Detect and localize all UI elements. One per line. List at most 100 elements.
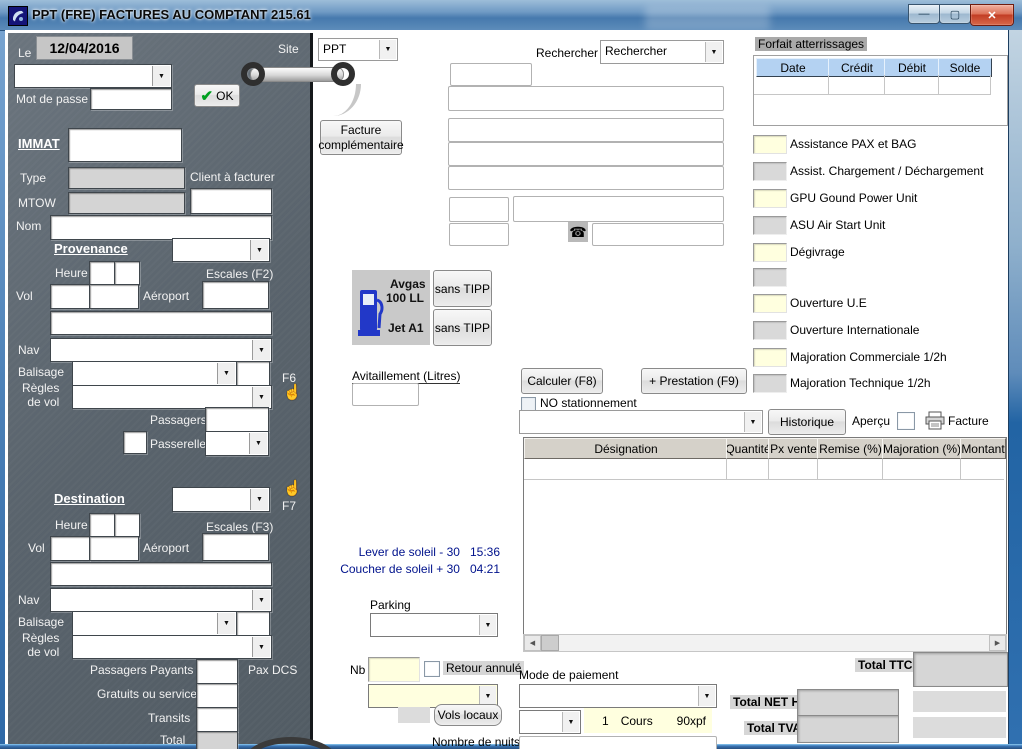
transits-field[interactable] [196,707,238,732]
sans-tipp-avgas-button[interactable]: sans TIPP [433,270,492,307]
scrollbar-thumb[interactable] [541,635,559,651]
provenance-select[interactable]: ▼ [172,238,270,262]
provenance-regles-select[interactable]: ▼ [72,385,272,409]
forfait-col-debit[interactable]: Débit [884,58,940,77]
gratuits-field[interactable] [196,683,238,708]
scroll-left-arrow[interactable]: ◀ [524,635,541,651]
hand-pointer-icon[interactable]: ☝ [283,479,302,497]
provenance-vol-number[interactable] [89,284,139,309]
col-quantite[interactable]: Quantité [726,438,770,459]
provenance-balisage-select[interactable]: ▼ [72,361,237,386]
scroll-right-arrow[interactable]: ▶ [989,635,1006,651]
destination-balisage-field[interactable] [236,611,270,636]
col-montant[interactable]: Montant [960,438,1006,459]
provenance-passagers-field[interactable] [205,407,269,432]
destination-vol-number[interactable] [89,536,139,561]
historique-button[interactable]: Historique [768,409,846,435]
ok-button[interactable]: ✔ OK [194,84,240,107]
minimize-button[interactable]: — [908,4,940,24]
facture-label[interactable]: Facture [948,414,989,428]
prestation-input-gpu[interactable] [753,189,787,208]
destination-balisage-select[interactable]: ▼ [72,611,237,636]
client-name-field[interactable] [448,86,724,111]
chevron-down-icon[interactable]: ▼ [152,66,170,86]
forfait-col-solde[interactable]: Solde [938,58,992,77]
chevron-down-icon[interactable]: ▼ [217,613,235,634]
provenance-heure-hh[interactable] [89,261,115,286]
address-field-3[interactable] [448,166,724,190]
payants-field[interactable] [196,659,238,684]
printer-icon[interactable] [925,411,945,430]
provenance-vol-code[interactable] [50,284,90,309]
hand-pointer-icon[interactable]: ☝ [283,383,302,401]
retour-annule-checkbox[interactable] [424,661,440,677]
col-designation[interactable]: Désignation [524,438,728,459]
chevron-down-icon[interactable]: ▼ [252,387,270,407]
calculer-button[interactable]: Calculer (F8) [521,368,603,394]
destination-vol-code[interactable] [50,536,90,561]
immat-field[interactable] [68,128,182,162]
devise-select[interactable]: ▼ [519,710,581,734]
destination-select[interactable]: ▼ [172,487,270,512]
destination-airport-name-field[interactable] [50,562,272,586]
passerelle-select[interactable]: ▼ [205,431,269,456]
mode-paiement-select[interactable]: ▼ [519,684,717,708]
col-px-vente[interactable]: Px vente [768,438,819,459]
password-field[interactable] [90,88,172,110]
chevron-down-icon[interactable]: ▼ [249,433,267,454]
title-bar[interactable]: PPT (FRE) FACTURES AU COMPTANT 215.61 — … [0,0,1022,31]
destination-heure-hh[interactable] [89,513,115,538]
prestation-input-ouverture-ue[interactable] [753,294,787,313]
prestation-input-majoration-tech[interactable] [753,374,787,393]
prestation-input-chargement[interactable] [753,162,787,181]
client-field[interactable] [190,188,272,214]
chevron-down-icon[interactable]: ▼ [705,42,722,62]
prestation-button[interactable]: + Prestation (F9) [641,368,747,394]
address-field-2[interactable] [448,142,724,166]
site-select[interactable]: PPT ▼ [318,38,398,61]
prestation-input-ouverture-intl[interactable] [753,321,787,340]
prestation-input-majoration-com[interactable] [753,348,787,367]
nom-field[interactable] [50,215,272,240]
chevron-down-icon[interactable]: ▼ [252,637,270,657]
chevron-down-icon[interactable]: ▼ [252,590,270,610]
app-icon[interactable] [8,6,28,26]
passerelle-checkbox[interactable] [123,431,147,454]
client-code-field[interactable] [450,63,532,86]
vols-locaux-button[interactable]: Vols locaux [434,704,502,726]
parking-select[interactable]: ▼ [370,613,498,637]
destination-escales-field[interactable] [202,533,269,561]
chevron-down-icon[interactable]: ▼ [744,412,761,432]
destination-heure-mm[interactable] [114,513,140,538]
chevron-down-icon[interactable]: ▼ [698,686,715,706]
col-majoration[interactable]: Majoration (%) [882,438,962,459]
provenance-balisage-field[interactable] [236,361,270,386]
forfait-col-date[interactable]: Date [756,58,830,77]
chevron-down-icon[interactable]: ▼ [479,686,496,706]
chevron-down-icon[interactable]: ▼ [379,40,396,59]
provenance-escales-field[interactable] [202,281,269,309]
chevron-down-icon[interactable]: ▼ [250,489,268,510]
facture-complementaire-button[interactable]: Facture complémentaire [320,120,402,155]
address-field-1[interactable] [448,118,724,142]
provenance-nav-select[interactable]: ▼ [50,338,272,362]
city-field[interactable] [513,196,724,222]
designation-select[interactable]: ▼ [519,410,763,434]
provenance-heure-mm[interactable] [114,261,140,286]
country-field[interactable] [449,223,509,246]
destination-regles-select[interactable]: ▼ [72,635,272,659]
chevron-down-icon[interactable]: ▼ [252,340,270,360]
chevron-down-icon[interactable]: ▼ [562,712,579,732]
nb-field[interactable] [368,657,420,682]
prestation-input-assistance-pax[interactable] [753,135,787,154]
forfait-col-credit[interactable]: Crédit [828,58,886,77]
close-button[interactable]: ✕ [970,4,1014,26]
chevron-down-icon[interactable]: ▼ [250,240,268,260]
sans-tipp-jet-button[interactable]: sans TIPP [433,309,492,346]
prestation-input-asu[interactable] [753,216,787,235]
destination-nav-select[interactable]: ▼ [50,588,272,612]
user-select[interactable]: ▼ [14,64,172,88]
items-table-hscrollbar[interactable]: ◀ ▶ [523,634,1007,652]
rechercher-select[interactable]: Rechercher ▼ [600,40,724,64]
chevron-down-icon[interactable]: ▼ [217,363,235,384]
